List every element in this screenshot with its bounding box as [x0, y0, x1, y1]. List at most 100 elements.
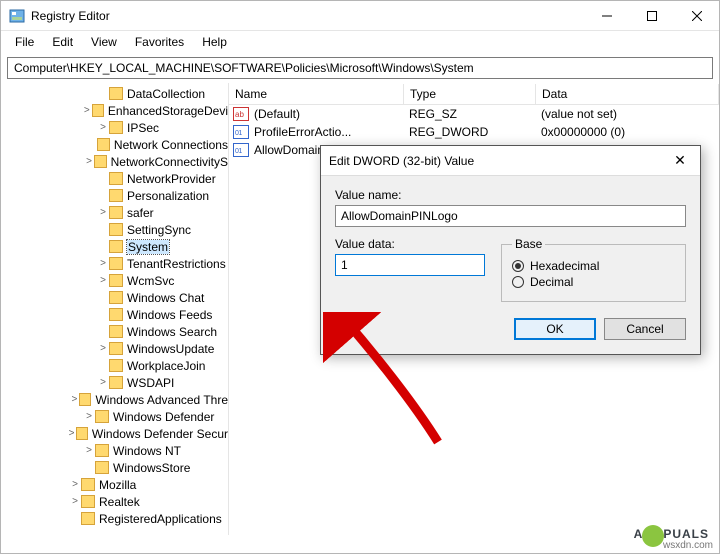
- value-name-field: [335, 205, 686, 227]
- radio-decimal[interactable]: Decimal: [512, 275, 675, 289]
- tree-node[interactable]: DataCollection: [1, 85, 228, 102]
- folder-icon: [92, 104, 104, 117]
- folder-icon: [76, 427, 88, 440]
- folder-icon: [81, 495, 95, 508]
- tree-node[interactable]: RegisteredApplications: [1, 510, 228, 527]
- tree-label: Windows Search: [127, 325, 217, 339]
- expand-icon[interactable]: >: [97, 122, 109, 133]
- tree-node[interactable]: NetworkProvider: [1, 170, 228, 187]
- expand-icon[interactable]: >: [84, 156, 94, 167]
- dialog-close-button[interactable]: ✕: [668, 152, 692, 169]
- value-type: REG_SZ: [407, 107, 539, 121]
- column-type[interactable]: Type: [404, 84, 536, 104]
- title-bar: Registry Editor: [1, 1, 719, 31]
- expand-icon[interactable]: >: [67, 428, 77, 439]
- address-bar: [1, 53, 719, 83]
- folder-icon: [109, 342, 123, 355]
- expand-icon[interactable]: >: [97, 343, 109, 354]
- menu-favorites[interactable]: Favorites: [127, 33, 192, 51]
- tree-label: WindowsUpdate: [127, 342, 214, 356]
- expand-icon[interactable]: >: [97, 207, 109, 218]
- tree-node[interactable]: Windows Chat: [1, 289, 228, 306]
- minimize-button[interactable]: [584, 2, 629, 30]
- list-header: Name Type Data: [229, 83, 719, 105]
- menu-view[interactable]: View: [83, 33, 125, 51]
- value-data-input[interactable]: [335, 254, 485, 276]
- folder-icon: [109, 257, 123, 270]
- dialog-titlebar[interactable]: Edit DWORD (32-bit) Value ✕: [321, 146, 700, 176]
- folder-icon: [109, 240, 123, 253]
- tree-node[interactable]: WorkplaceJoin: [1, 357, 228, 374]
- tree-node[interactable]: > TenantRestrictions: [1, 255, 228, 272]
- folder-icon: [79, 393, 91, 406]
- tree-label: NetworkProvider: [127, 172, 216, 186]
- tree-node[interactable]: >safer: [1, 204, 228, 221]
- tree-node[interactable]: > WindowsUpdate: [1, 340, 228, 357]
- tree-node[interactable]: >Realtek: [1, 493, 228, 510]
- folder-icon: [109, 206, 123, 219]
- expand-icon[interactable]: >: [82, 105, 92, 116]
- radio-dec-label: Decimal: [530, 275, 573, 289]
- tree-node[interactable]: >EnhancedStorageDevi: [1, 102, 228, 119]
- tree-label: Windows Defender: [113, 410, 214, 424]
- tree-node[interactable]: SettingSync: [1, 221, 228, 238]
- tree-node[interactable]: Windows Feeds: [1, 306, 228, 323]
- folder-icon: [109, 291, 123, 304]
- tree-node[interactable]: > Windows Defender: [1, 408, 228, 425]
- expand-icon[interactable]: >: [83, 411, 95, 422]
- source-url: wsxdn.com: [663, 540, 713, 551]
- tree-node[interactable]: Windows Search: [1, 323, 228, 340]
- folder-icon: [109, 308, 123, 321]
- ok-button[interactable]: OK: [514, 318, 596, 340]
- tree-node[interactable]: > WSDAPI: [1, 374, 228, 391]
- tree-node[interactable]: >IPSec: [1, 119, 228, 136]
- tree-node[interactable]: > Mozilla: [1, 476, 228, 493]
- tree-node[interactable]: >WcmSvc: [1, 272, 228, 289]
- tree-label: WSDAPI: [127, 376, 174, 390]
- tree-node[interactable]: Network Connections: [1, 136, 228, 153]
- dialog-title: Edit DWORD (32-bit) Value: [329, 154, 668, 168]
- tree-node[interactable]: WindowsStore: [1, 459, 228, 476]
- tree-label: Mozilla: [99, 478, 136, 492]
- tree-label: Windows Feeds: [127, 308, 212, 322]
- expand-icon[interactable]: >: [69, 479, 81, 490]
- expand-icon[interactable]: >: [97, 275, 109, 286]
- base-group: Base Hexadecimal Decimal: [501, 237, 686, 302]
- value-name: (Default): [252, 107, 407, 121]
- expand-icon[interactable]: >: [97, 377, 109, 388]
- value-row[interactable]: (Default)REG_SZ(value not set): [229, 105, 719, 123]
- column-data[interactable]: Data: [536, 84, 719, 104]
- tree-node[interactable]: >Windows Advanced Thre: [1, 391, 228, 408]
- edit-dword-dialog: Edit DWORD (32-bit) Value ✕ Value name: …: [320, 145, 701, 355]
- expand-icon[interactable]: >: [69, 496, 81, 507]
- menu-help[interactable]: Help: [194, 33, 235, 51]
- dword-icon: [233, 125, 249, 139]
- maximize-button[interactable]: [629, 2, 674, 30]
- tree-node[interactable]: > Windows Defender Secur: [1, 425, 228, 442]
- folder-icon: [109, 172, 123, 185]
- base-legend: Base: [512, 237, 545, 251]
- tree-view[interactable]: DataCollection>EnhancedStorageDevi>IPSec…: [1, 83, 229, 535]
- expand-icon[interactable]: >: [97, 258, 109, 269]
- tree-node[interactable]: System: [1, 238, 228, 255]
- tree-node[interactable]: >NetworkConnectivityS: [1, 153, 228, 170]
- folder-icon: [95, 444, 109, 457]
- tree-node[interactable]: >Windows NT: [1, 442, 228, 459]
- folder-icon: [81, 478, 95, 491]
- radio-hexadecimal[interactable]: Hexadecimal: [512, 259, 675, 273]
- expand-icon[interactable]: >: [83, 445, 95, 456]
- tree-label: Windows Chat: [127, 291, 204, 305]
- menu-edit[interactable]: Edit: [44, 33, 81, 51]
- expand-icon[interactable]: >: [69, 394, 79, 405]
- cancel-button[interactable]: Cancel: [604, 318, 686, 340]
- address-input[interactable]: [7, 57, 713, 79]
- value-row[interactable]: ProfileErrorActio...REG_DWORD0x00000000 …: [229, 123, 719, 141]
- menu-file[interactable]: File: [7, 33, 42, 51]
- tree-node[interactable]: Personalization: [1, 187, 228, 204]
- tree-label: TenantRestrictions: [127, 257, 226, 271]
- close-button[interactable]: [674, 2, 719, 30]
- column-name[interactable]: Name: [229, 84, 404, 104]
- folder-icon: [109, 189, 123, 202]
- tree-label: Windows Defender Secur: [92, 427, 228, 441]
- folder-icon: [109, 223, 123, 236]
